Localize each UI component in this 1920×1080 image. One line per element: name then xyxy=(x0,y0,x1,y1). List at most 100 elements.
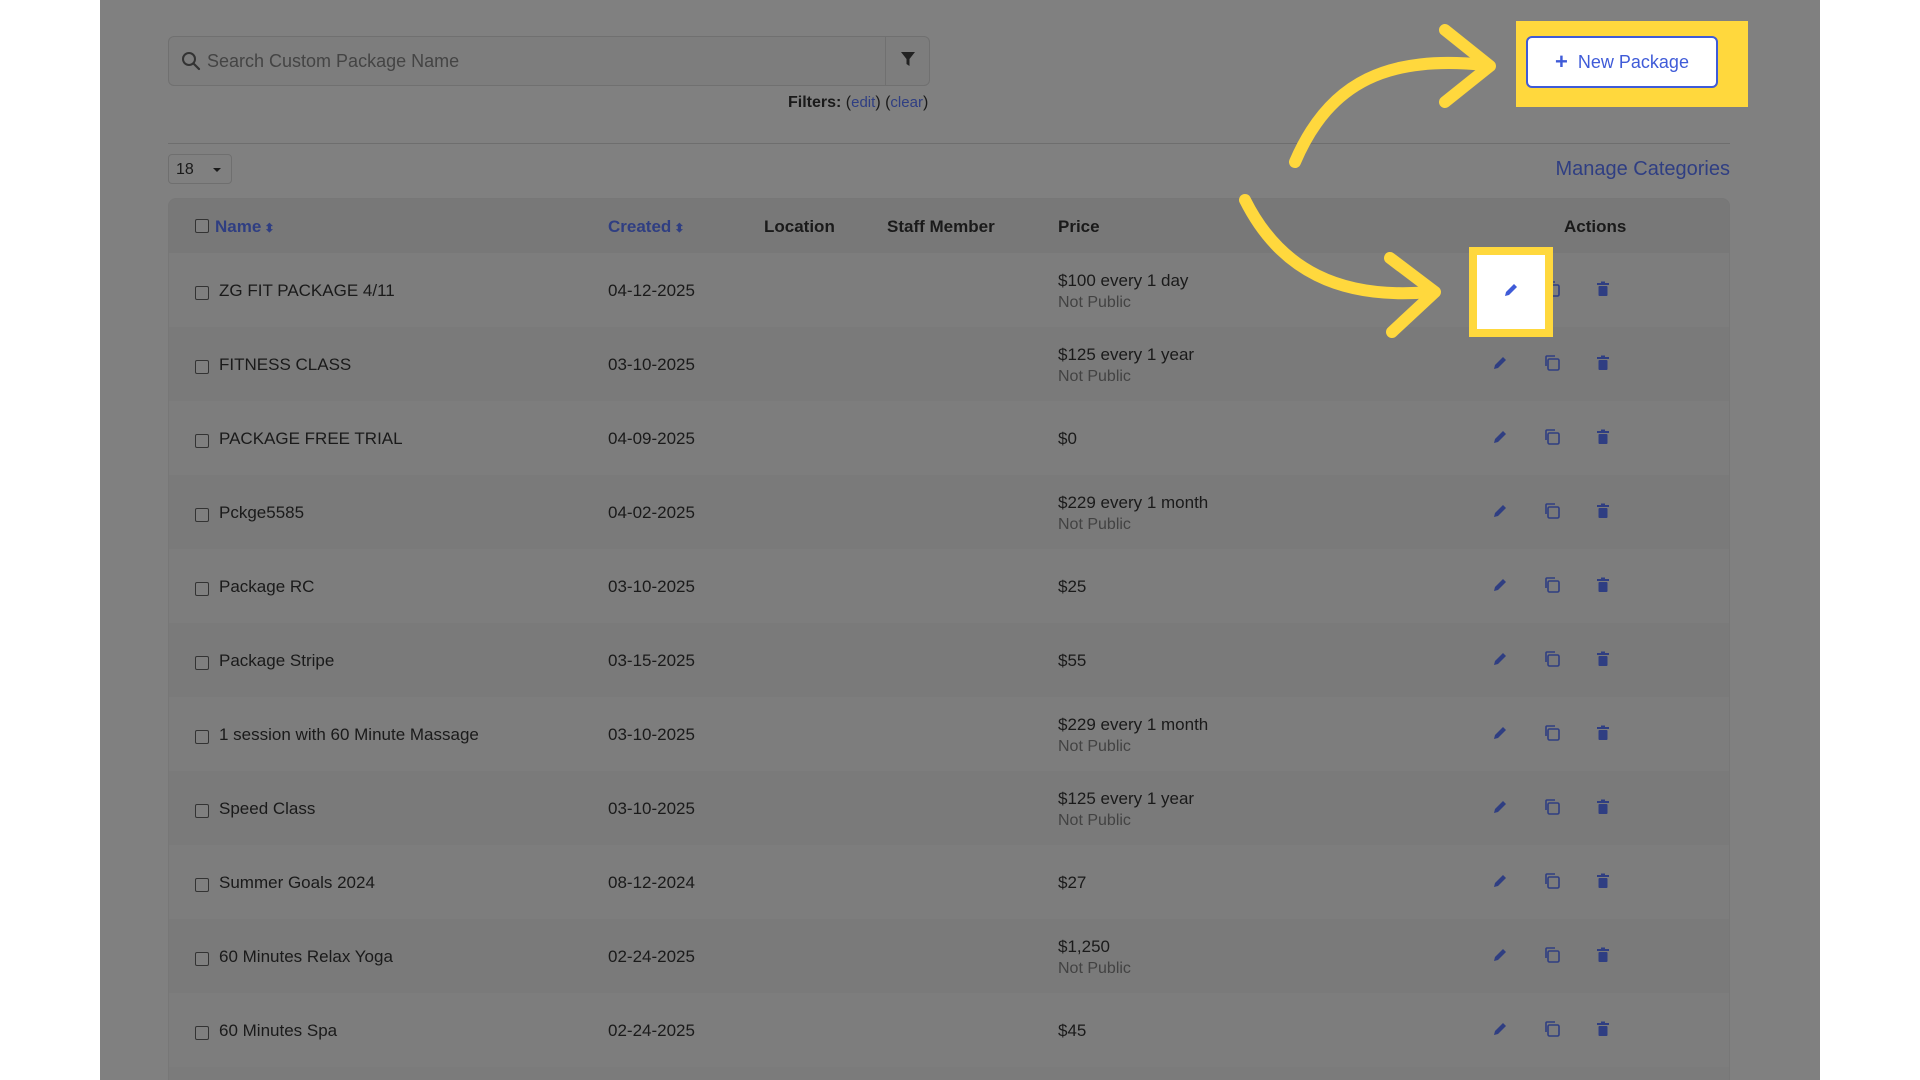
column-header-created-label: Created xyxy=(608,217,672,236)
row-checkbox[interactable] xyxy=(195,952,209,966)
package-name: 60 Minutes Relax Yoga xyxy=(219,947,393,966)
page-size-select[interactable]: 18 xyxy=(168,154,232,184)
plus-icon: + xyxy=(1555,49,1568,74)
row-checkbox[interactable] xyxy=(195,582,209,596)
edit-button[interactable] xyxy=(1489,946,1511,968)
divider xyxy=(168,143,1730,144)
delete-button[interactable] xyxy=(1592,502,1614,524)
row-checkbox[interactable] xyxy=(195,656,209,670)
price: $27 xyxy=(1058,873,1087,892)
edit-button[interactable] xyxy=(1489,1020,1511,1042)
delete-button[interactable] xyxy=(1592,280,1614,302)
table-row: Pckge5585 04-02-2025 $229 every 1 month Not… xyxy=(169,475,1729,549)
funnel-icon xyxy=(900,50,916,73)
copy-button[interactable] xyxy=(1541,428,1563,450)
delete-button[interactable] xyxy=(1592,354,1614,376)
edit-button[interactable] xyxy=(1489,724,1511,746)
edit-button[interactable] xyxy=(1489,872,1511,894)
filters-clear-link[interactable]: clear xyxy=(890,94,923,111)
new-package-button[interactable]: + New Package xyxy=(1526,36,1718,88)
filters-edit-link[interactable]: edit xyxy=(851,94,875,111)
delete-button[interactable] xyxy=(1592,428,1614,450)
delete-button[interactable] xyxy=(1592,798,1614,820)
delete-button[interactable] xyxy=(1592,946,1614,968)
delete-button[interactable] xyxy=(1592,872,1614,894)
edit-button-highlight xyxy=(1469,247,1553,337)
price: $55 xyxy=(1058,651,1087,670)
copy-button[interactable] xyxy=(1541,1020,1563,1042)
search-icon xyxy=(181,51,201,71)
price: $1,250 xyxy=(1058,937,1110,956)
row-checkbox[interactable] xyxy=(195,360,209,374)
package-name: FITNESS CLASS xyxy=(219,355,352,374)
page-overlay: Filters: (edit) (clear) 18 Manage Catego… xyxy=(100,0,1820,1080)
pencil-icon xyxy=(1492,651,1508,672)
delete-button[interactable] xyxy=(1592,576,1614,598)
table-row: Package RC 03-10-2025 $25 xyxy=(169,549,1729,623)
price: $25 xyxy=(1058,577,1087,596)
arrow-to-new-package xyxy=(1289,56,1491,168)
filters-edit-wrap: (edit) xyxy=(845,94,881,111)
edit-button-highlighted[interactable] xyxy=(1477,255,1545,329)
copy-button[interactable] xyxy=(1541,576,1563,598)
select-all-checkbox[interactable] xyxy=(195,219,209,233)
column-header-location: Location xyxy=(764,217,835,236)
edit-button[interactable] xyxy=(1489,798,1511,820)
created-date: 03-15-2025 xyxy=(608,651,695,670)
row-checkbox[interactable] xyxy=(195,434,209,448)
trash-icon xyxy=(1596,873,1610,894)
column-header-actions: Actions xyxy=(1564,217,1627,236)
column-header-created[interactable]: Created ⬍ xyxy=(608,217,684,237)
arrowhead-new-package xyxy=(1439,24,1496,108)
copy-button[interactable] xyxy=(1541,798,1563,820)
column-header-name[interactable]: Name ⬍ xyxy=(215,217,274,237)
pencil-icon xyxy=(1492,355,1508,376)
delete-button[interactable] xyxy=(1592,724,1614,746)
row-checkbox[interactable] xyxy=(195,508,209,522)
package-name: Pckge5585 xyxy=(219,503,305,522)
copy-icon xyxy=(1543,576,1561,599)
pencil-icon xyxy=(1492,873,1508,894)
created-date: 04-12-2025 xyxy=(608,281,695,300)
delete-button[interactable] xyxy=(1592,1020,1614,1042)
created-date: 03-10-2025 xyxy=(608,577,695,596)
visibility-status: Not Public xyxy=(1058,960,1131,977)
copy-button[interactable] xyxy=(1541,354,1563,376)
search-input[interactable] xyxy=(207,37,843,85)
filters-label: Filters: xyxy=(788,94,842,111)
pencil-icon xyxy=(1503,282,1519,303)
row-checkbox[interactable] xyxy=(195,1026,209,1040)
row-checkbox[interactable] xyxy=(195,730,209,744)
manage-categories-link[interactable]: Manage Categories xyxy=(1555,158,1730,181)
edit-button[interactable] xyxy=(1489,428,1511,450)
trash-icon xyxy=(1596,503,1610,524)
copy-button[interactable] xyxy=(1541,946,1563,968)
copy-icon xyxy=(1543,872,1561,895)
package-name: Package Stripe xyxy=(219,651,335,670)
edit-button[interactable] xyxy=(1489,354,1511,376)
edit-button[interactable] xyxy=(1489,576,1511,598)
filter-button[interactable] xyxy=(885,37,929,85)
copy-icon xyxy=(1543,798,1561,821)
copy-button[interactable] xyxy=(1541,502,1563,524)
package-name: Summer Goals 2024 xyxy=(219,873,375,892)
edit-button[interactable] xyxy=(1489,650,1511,672)
copy-button[interactable] xyxy=(1541,724,1563,746)
row-checkbox[interactable] xyxy=(195,286,209,300)
filters-row: Filters: (edit) (clear) xyxy=(788,94,928,112)
row-checkbox[interactable] xyxy=(195,878,209,892)
table-header: Name ⬍ Created ⬍ Location Staff Member Pri… xyxy=(169,199,1729,253)
delete-button[interactable] xyxy=(1592,650,1614,672)
copy-icon xyxy=(1543,650,1561,673)
price: $125 every 1 year xyxy=(1058,345,1195,364)
created-date: 02-24-2025 xyxy=(608,947,695,966)
search-bar xyxy=(168,36,930,86)
copy-button[interactable] xyxy=(1541,650,1563,672)
copy-icon xyxy=(1543,502,1561,525)
copy-button[interactable] xyxy=(1541,872,1563,894)
edit-button[interactable] xyxy=(1489,502,1511,524)
row-checkbox[interactable] xyxy=(195,804,209,818)
sort-icon: ⬍ xyxy=(264,221,275,235)
trash-icon xyxy=(1596,799,1610,820)
created-date: 03-10-2025 xyxy=(608,799,695,818)
